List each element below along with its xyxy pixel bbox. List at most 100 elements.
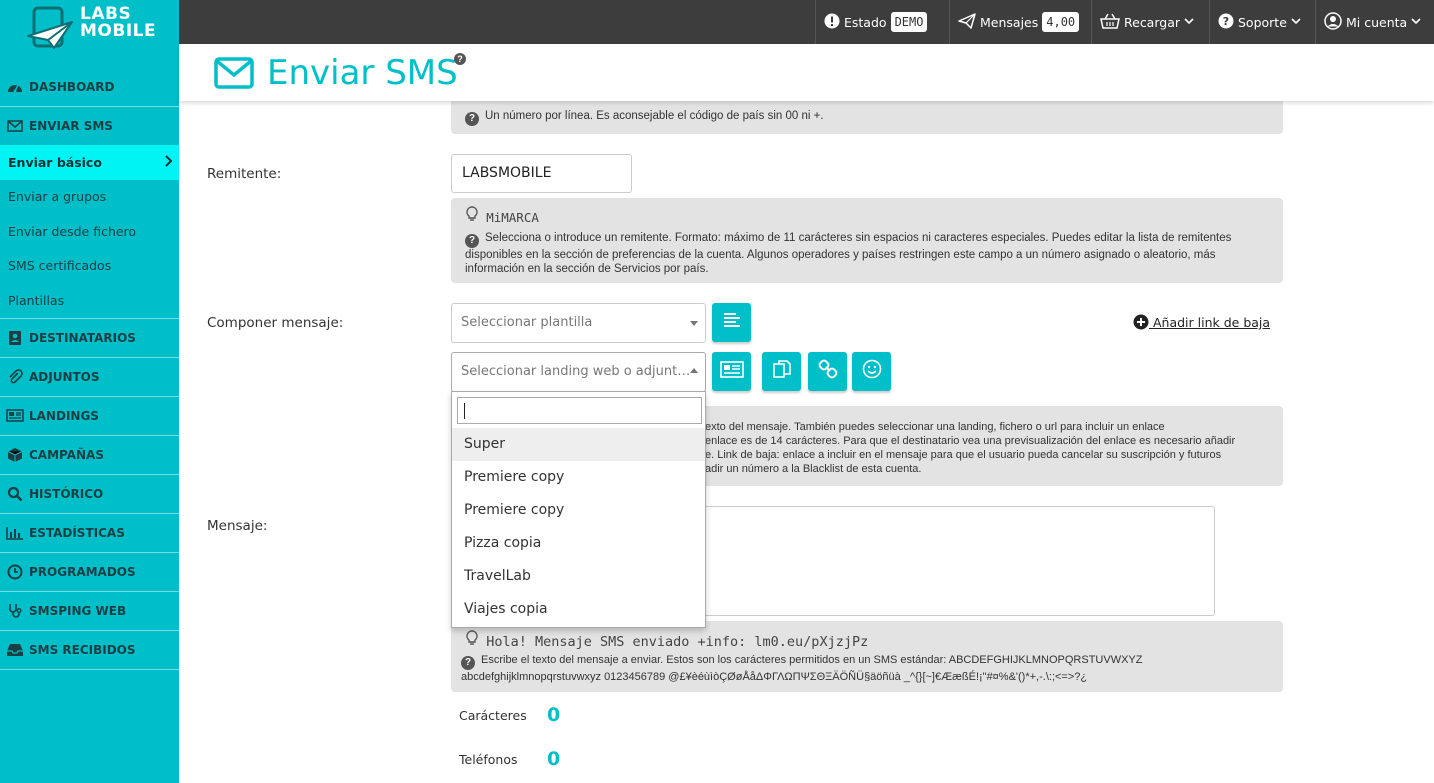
sidebar-subitem-enviar-grupos[interactable]: Enviar a grupos (0, 180, 179, 215)
estado-badge: DEMO (890, 12, 928, 32)
landing-option[interactable]: Premiere copy (452, 461, 705, 494)
remitente-hint-box: MiMARCA ? Selecciona o introduce un remit… (451, 198, 1283, 283)
mensajes-badge: 4,00 (1042, 12, 1080, 32)
logo-line-2: MOBILE (80, 21, 157, 41)
remitente-hint: ? Selecciona o introduce un remitente. Fo… (465, 231, 1275, 276)
option-label: Super (464, 436, 506, 452)
svg-text:?: ? (1223, 15, 1229, 28)
link-button[interactable] (808, 352, 847, 391)
landing-option[interactable]: Premiere copy (452, 494, 705, 527)
sidebar-item-label: SMS RECIBIDOS (29, 642, 136, 657)
lightbulb-icon (465, 206, 482, 225)
telefonos-label: Teléfonos (459, 752, 518, 767)
landing-option[interactable]: Super (452, 428, 705, 461)
sidebar-subitem-enviar-fichero[interactable]: Enviar desde fichero (0, 214, 179, 249)
landing-select[interactable]: Seleccionar landing web o adjunt… (451, 352, 706, 392)
landing-button[interactable] (712, 352, 751, 391)
sidebar-item-label: ENVIAR SMS (29, 119, 113, 133)
paper-plane-icon (958, 12, 976, 32)
chevron-down-icon (1184, 17, 1194, 28)
sidebar-subitem-sms-certificados[interactable]: SMS certificados (0, 249, 179, 284)
mensaje-hint-box: Hola! Mensaje SMS enviado +info: lm0.eu/… (451, 621, 1283, 692)
remitente-label: Remitente: (207, 166, 282, 182)
recargar-label: Recargar (1124, 14, 1180, 30)
question-circle-icon: ? (1218, 13, 1234, 32)
sidebar-item-estadisticas[interactable]: ESTADÍSTICAS (0, 512, 179, 552)
landing-option[interactable]: Viajes copia (452, 593, 705, 626)
emoji-button[interactable] (852, 352, 891, 391)
sidebar-item-enviar-sms[interactable]: ENVIAR SMS (0, 106, 179, 145)
sidebar-item-destinatarios[interactable]: DESTINATARIOS (0, 317, 179, 357)
soporte-menu[interactable]: ? Soporte (1209, 0, 1315, 44)
newspaper-icon (6, 408, 24, 424)
sidebar-item-landings[interactable]: LANDINGS (0, 395, 179, 435)
bar-chart-icon (6, 525, 24, 541)
sidebar: LABS MOBILE DASHBOARD ENVIAR SMS Enviar … (0, 0, 179, 783)
sidebar-subitem-label: Plantillas (8, 292, 65, 308)
envelope-icon (214, 57, 254, 94)
add-baja-link[interactable]: Añadir link de baja (1133, 314, 1270, 330)
landing-option[interactable]: TravelLab (452, 560, 705, 593)
landing-search-input[interactable] (457, 397, 702, 424)
sidebar-subitem-label: SMS certificados (8, 258, 112, 274)
option-label: TravelLab (464, 568, 531, 584)
estado-label: Estado (844, 14, 887, 30)
sidebar-subitem-plantillas[interactable]: Plantillas (0, 283, 179, 318)
chevron-right-icon (165, 155, 173, 170)
landing-option[interactable]: Pizza copia (452, 527, 705, 560)
sidebar-subitem-enviar-basico[interactable]: Enviar básico (0, 145, 179, 180)
shopping-basket-icon (1100, 13, 1120, 32)
estado-menu[interactable]: Estado DEMO (815, 0, 951, 44)
remitente-value: LABSMOBILE (462, 165, 552, 181)
logo-text: LABS MOBILE (80, 6, 156, 40)
sidebar-item-campanas[interactable]: CAMPAÑAS (0, 434, 179, 474)
sidebar-item-dashboard[interactable]: DASHBOARD (0, 67, 179, 106)
sidebar-item-smsping-web[interactable]: SMSPING WEB (0, 590, 179, 630)
user-circle-icon (1324, 11, 1342, 33)
sidebar-subitem-label: Enviar a grupos (8, 189, 107, 205)
sidebar-item-adjuntos[interactable]: ADJUNTOS (0, 356, 179, 396)
sidebar-item-label: DASHBOARD (29, 79, 115, 94)
caret-up-icon (690, 368, 698, 373)
sidebar-nav: DASHBOARD ENVIAR SMS Enviar básico Envia… (0, 67, 179, 670)
compose-hint-line: exto del mensaje. También puedes selecci… (705, 421, 1165, 433)
add-baja-label: Añadir link de baja (1152, 315, 1271, 330)
chevron-down-icon (1291, 17, 1301, 28)
remitente-input[interactable]: LABSMOBILE (451, 154, 632, 193)
paperclip-icon (6, 368, 24, 385)
sidebar-item-label: ADJUNTOS (29, 369, 100, 384)
sidebar-item-historico[interactable]: HISTÓRICO (0, 473, 179, 513)
align-left-button[interactable] (712, 303, 751, 342)
smiley-icon (862, 359, 882, 384)
clock-icon (6, 564, 24, 580)
compose-hint-line: enlace es de 14 carácteres. Para que el … (705, 435, 1236, 447)
help-icon[interactable]: ? (454, 53, 466, 65)
mensaje-hint-text: Escribe el texto del mensaje a enviar. E… (461, 654, 1143, 683)
plantilla-select[interactable]: Seleccionar plantilla (451, 303, 706, 343)
sidebar-item-programados[interactable]: PROGRAMADOS (0, 551, 179, 591)
link-icon (818, 359, 838, 384)
newspaper-icon (719, 360, 744, 383)
mensajes-label: Mensajes (980, 14, 1039, 30)
exclamation-circle-icon (824, 13, 840, 32)
mensaje-example-text: Hola! Mensaje SMS enviado +info: lm0.eu/… (486, 634, 869, 650)
copy-button[interactable] (762, 352, 801, 391)
phones-hint: ? Un número por línea. Es aconsejable el … (465, 109, 824, 126)
sidebar-item-sms-recibidos[interactable]: SMS RECIBIDOS (0, 629, 179, 669)
question-circle-icon: ? (461, 656, 475, 670)
landing-placeholder: Seleccionar landing web o adjunt… (461, 364, 691, 379)
sidebar-item-label: DESTINATARIOS (29, 330, 136, 345)
sidebar-item-label: LANDINGS (29, 408, 99, 423)
lightbulb-icon (465, 630, 482, 649)
option-label: Viajes copia (464, 601, 548, 617)
recargar-menu[interactable]: Recargar (1091, 0, 1209, 44)
mensajes-menu[interactable]: Mensajes 4,00 (949, 0, 1091, 44)
sidebar-item-label: HISTÓRICO (29, 486, 104, 501)
mi-cuenta-menu[interactable]: Mi cuenta (1315, 0, 1434, 44)
option-label: Pizza copia (464, 535, 542, 551)
logo[interactable]: LABS MOBILE (0, 0, 179, 68)
page-header: Enviar SMS ? (179, 44, 1434, 101)
align-left-icon (723, 313, 741, 332)
chevron-down-icon (1411, 17, 1421, 28)
soporte-label: Soporte (1238, 14, 1287, 30)
